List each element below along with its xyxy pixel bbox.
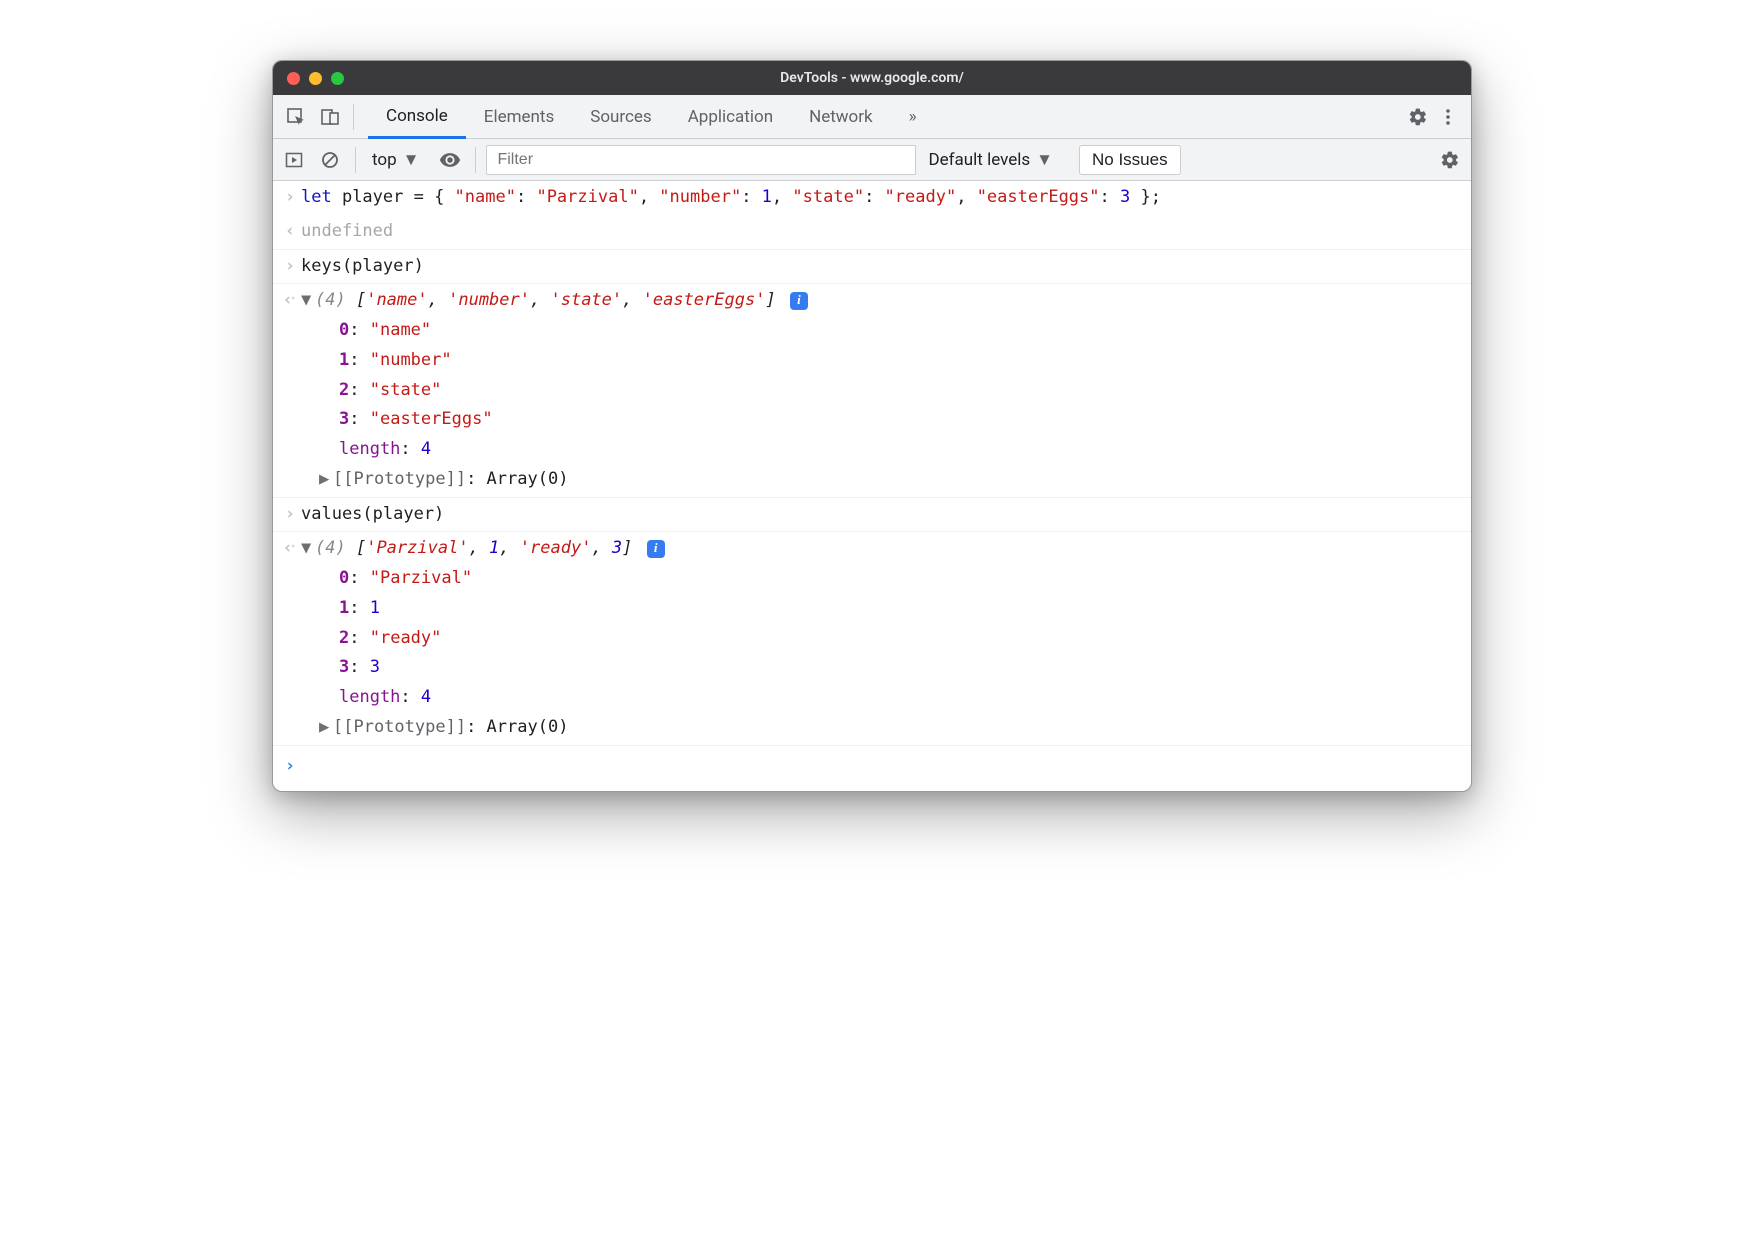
zoom-window-button[interactable] <box>331 72 344 85</box>
context-label: top <box>372 150 397 170</box>
input-chevron-icon: › <box>279 500 301 530</box>
output-chevron-icon: ‹• <box>279 534 301 742</box>
device-toolbar-icon[interactable] <box>315 102 345 132</box>
array-item[interactable]: 2: "state" <box>339 376 1461 406</box>
undefined-value: undefined <box>301 217 1471 247</box>
more-tabs-button[interactable]: » <box>891 95 935 138</box>
prompt-chevron-icon: › <box>279 752 301 782</box>
divider <box>353 104 354 130</box>
console-toolbar: top ▼ Default levels ▼ No Issues <box>273 139 1471 181</box>
array-item[interactable]: 3: "easterEggs" <box>339 405 1461 435</box>
expand-toggle-icon[interactable]: ▶ <box>319 713 333 743</box>
filter-field[interactable] <box>486 145 916 175</box>
output-chevron-icon: ‹ <box>279 217 301 247</box>
array-preview[interactable]: ▼(4) ['Parzival', 1, 'ready', 3] i <box>301 534 1461 564</box>
array-item[interactable]: 0: "name" <box>339 316 1461 346</box>
expand-toggle-icon[interactable]: ▼ <box>301 534 315 564</box>
panel-tabs: Console Elements Sources Application Net… <box>368 95 935 138</box>
array-prototype[interactable]: ▶[[Prototype]]: Array(0) <box>319 465 1461 495</box>
execution-context-selector[interactable]: top ▼ <box>366 145 429 175</box>
filter-input[interactable] <box>486 145 916 175</box>
array-item[interactable]: 3: 3 <box>339 653 1461 683</box>
console-prompt[interactable]: › <box>273 746 1471 792</box>
window-title: DevTools - www.google.com/ <box>273 70 1471 86</box>
array-item[interactable]: 1: 1 <box>339 594 1461 624</box>
toggle-sidebar-icon[interactable] <box>279 145 309 175</box>
main-tabbar: Console Elements Sources Application Net… <box>273 95 1471 139</box>
output-chevron-icon: ‹• <box>279 286 301 494</box>
console-input-row: ›values(player) <box>273 498 1471 533</box>
minimize-window-button[interactable] <box>309 72 322 85</box>
console-settings-icon[interactable] <box>1435 145 1465 175</box>
devtools-window: DevTools - www.google.com/ Console Eleme… <box>272 60 1472 792</box>
levels-label: Default levels <box>928 150 1030 170</box>
live-expression-icon[interactable] <box>435 145 465 175</box>
input-chevron-icon: › <box>279 252 301 282</box>
console-code: values(player) <box>301 500 1471 530</box>
console-code: let player = { "name": "Parzival", "numb… <box>301 183 1471 213</box>
divider <box>355 147 356 173</box>
array-length: length: 4 <box>339 435 1461 465</box>
console-array-result: ‹•▼(4) ['name', 'number', 'state', 'east… <box>273 284 1471 497</box>
close-window-button[interactable] <box>287 72 300 85</box>
tab-console[interactable]: Console <box>368 95 466 139</box>
console-input-row: ›keys(player) <box>273 250 1471 285</box>
settings-icon[interactable] <box>1403 102 1433 132</box>
console-output-row: ‹undefined <box>273 215 1471 250</box>
array-preview[interactable]: ▼(4) ['name', 'number', 'state', 'easter… <box>301 286 1461 316</box>
expand-toggle-icon[interactable]: ▼ <box>301 286 315 316</box>
expand-toggle-icon[interactable]: ▶ <box>319 465 333 495</box>
log-levels-selector[interactable]: Default levels ▼ <box>922 150 1059 170</box>
array-prototype[interactable]: ▶[[Prototype]]: Array(0) <box>319 713 1461 743</box>
console-code: keys(player) <box>301 252 1471 282</box>
input-chevron-icon: › <box>279 183 301 213</box>
tab-elements[interactable]: Elements <box>466 95 572 138</box>
array-item[interactable]: 1: "number" <box>339 346 1461 376</box>
tab-network[interactable]: Network <box>791 95 891 138</box>
divider <box>475 147 476 173</box>
chevron-down-icon: ▼ <box>403 150 420 170</box>
kebab-menu-icon[interactable] <box>1433 102 1463 132</box>
tab-application[interactable]: Application <box>670 95 791 138</box>
array-item[interactable]: 2: "ready" <box>339 624 1461 654</box>
console-input-row: ›let player = { "name": "Parzival", "num… <box>273 181 1471 215</box>
chevron-down-icon: ▼ <box>1036 150 1053 170</box>
inspect-element-icon[interactable] <box>281 102 311 132</box>
titlebar: DevTools - www.google.com/ <box>273 61 1471 95</box>
array-item[interactable]: 0: "Parzival" <box>339 564 1461 594</box>
array-length: length: 4 <box>339 683 1461 713</box>
info-icon[interactable]: i <box>647 540 665 558</box>
console-array-result: ‹•▼(4) ['Parzival', 1, 'ready', 3] i0: "… <box>273 532 1471 745</box>
window-controls <box>287 72 344 85</box>
issues-button[interactable]: No Issues <box>1079 145 1181 175</box>
clear-console-icon[interactable] <box>315 145 345 175</box>
info-icon[interactable]: i <box>790 292 808 310</box>
tab-sources[interactable]: Sources <box>572 95 669 138</box>
console-output: ›let player = { "name": "Parzival", "num… <box>273 181 1471 791</box>
